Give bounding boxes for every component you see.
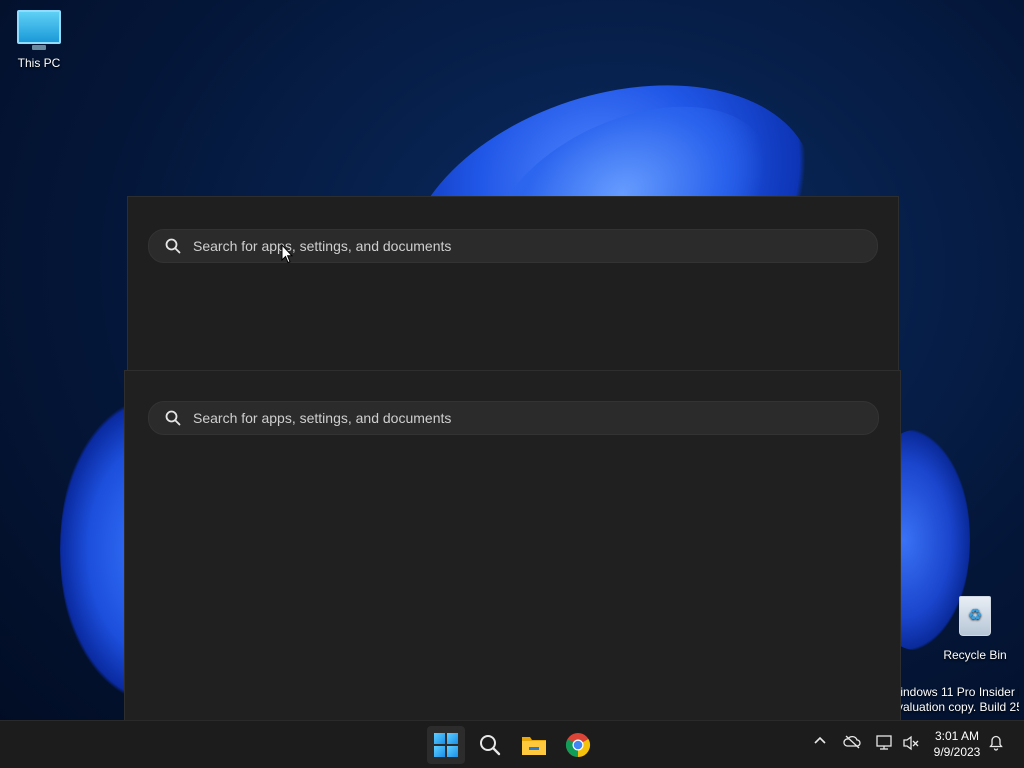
clock-time: 3:01 AM — [934, 729, 980, 743]
search-icon — [165, 238, 181, 254]
search-placeholder: Search for apps, settings, and documents — [193, 410, 452, 426]
build-watermark: Windows 11 Pro Insider Preview Evaluatio… — [889, 685, 1019, 715]
search-input[interactable]: Search for apps, settings, and documents — [148, 229, 878, 263]
search-placeholder: Search for apps, settings, and documents — [193, 238, 452, 254]
taskbar-search-button[interactable] — [471, 726, 509, 764]
search-flyout-back — [127, 196, 899, 378]
onedrive-button[interactable] — [843, 735, 861, 752]
show-hidden-icons-button[interactable] — [813, 733, 827, 750]
search-input[interactable]: Search for apps, settings, and documents — [148, 401, 879, 435]
watermark-line-2: Evaluation copy. Build 25947.rs_prerelea… — [889, 700, 1019, 714]
notifications-button[interactable] — [988, 735, 1004, 754]
mouse-cursor-icon — [281, 244, 293, 264]
desktop-icon-label: Recycle Bin — [943, 648, 1007, 662]
taskbar: 3:01 AM 9/9/2023 — [0, 720, 1024, 768]
search-icon — [165, 410, 181, 426]
desktop-icon-this-pc[interactable]: This PC — [1, 10, 77, 70]
desktop-icon-recycle-bin[interactable]: ♻ Recycle Bin — [937, 596, 1013, 662]
start-button[interactable] — [427, 726, 465, 764]
monitor-icon — [17, 10, 61, 50]
clock-button[interactable]: 3:01 AM 9/9/2023 — [926, 728, 988, 760]
chrome-button[interactable] — [559, 726, 597, 764]
chrome-icon — [565, 733, 591, 757]
onedrive-offline-icon — [843, 735, 861, 749]
folder-icon — [522, 737, 546, 755]
recycle-bin-icon: ♻ — [959, 596, 991, 636]
volume-muted-icon — [903, 735, 919, 751]
network-button[interactable] — [876, 735, 894, 754]
clock-date: 9/9/2023 — [933, 745, 981, 759]
windows-start-icon — [434, 733, 458, 757]
desktop: This PC ♻ Recycle Bin Windows 11 Pro Ins… — [0, 0, 1024, 768]
notification-bell-icon — [989, 735, 1003, 751]
network-icon — [876, 735, 892, 750]
volume-button[interactable] — [902, 735, 920, 754]
desktop-icon-label: This PC — [17, 56, 61, 70]
search-icon — [480, 735, 501, 756]
file-explorer-button[interactable] — [515, 726, 553, 764]
chevron-up-icon — [814, 736, 826, 744]
watermark-line-1: Windows 11 Pro Insider Preview — [889, 685, 1019, 699]
